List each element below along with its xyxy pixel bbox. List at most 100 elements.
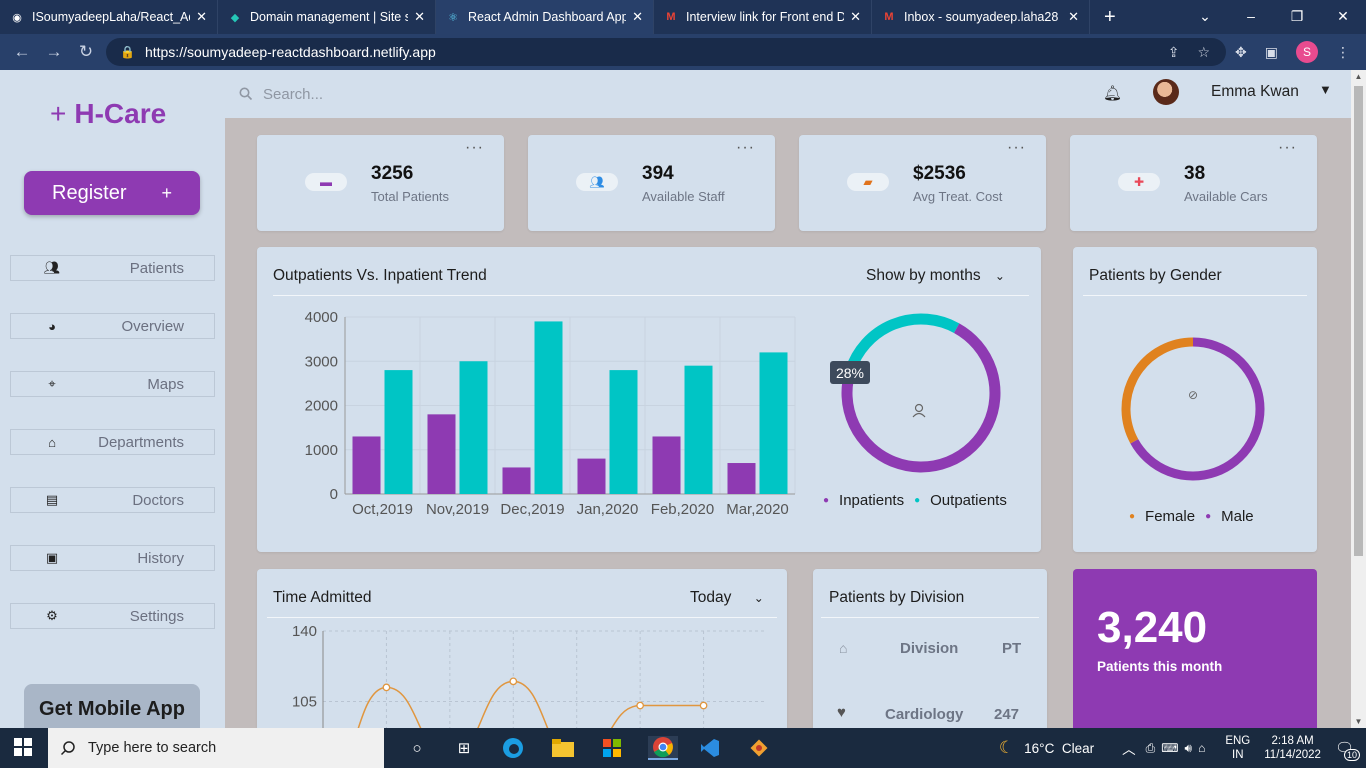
scroll-thumb[interactable] [1354,86,1363,556]
user-name[interactable]: Emma Kwan [1211,83,1299,101]
heart-pulse-icon: ♥ [837,704,846,721]
bar-outpatients [459,361,488,494]
netlify-icon: ◆ [230,11,240,24]
task-view-icon[interactable]: ○ [404,736,430,760]
sidebar-item-history[interactable]: ▣ History [10,545,215,571]
profile-avatar[interactable]: S [1296,41,1318,63]
widgets-icon[interactable]: ⊞ [451,736,477,760]
top-bar: Search... 🔔︎ Emma Kwan ▼ [225,70,1351,118]
scroll-up-icon[interactable]: ▲ [1351,72,1366,81]
time-admitted-select[interactable]: Today ⌄ [690,589,764,607]
y-tick-label: 4000 [305,309,338,326]
bar-inpatients [427,414,456,494]
close-tab-icon[interactable]: ✕ [414,9,425,25]
trend-period-select[interactable]: Show by months ⌄ [866,267,1005,285]
division-title: Patients by Division [829,589,965,606]
legend-dot: ● [1129,511,1136,522]
close-tab-icon[interactable]: ✕ [196,9,207,25]
more-options-icon[interactable]: ··· [1278,139,1297,157]
staff-icon: 👥︎ [576,173,618,191]
sidebar-item-label: Doctors [132,491,184,509]
more-options-icon[interactable]: ··· [1007,139,1026,157]
sidebar-item-departments[interactable]: ⌂ Departments [10,429,215,455]
calendar-plus-icon: ▤ [45,492,59,507]
gmail-icon: M [884,11,894,23]
y-tick-label: 3000 [305,353,338,370]
lock-icon: 🔒 [120,45,135,59]
y-tick-label: 0 [330,486,338,503]
tab-title: Domain management | Site s [250,10,409,24]
language-indicator[interactable]: ENG IN [1225,734,1250,762]
close-window-button[interactable]: ✕ [1320,0,1366,34]
browser-tab[interactable]: M Interview link for Front end D ✕ [654,0,872,34]
share-icon[interactable]: ⇪ [1168,44,1180,61]
donut-slice-inpatients [841,323,1001,473]
close-tab-icon[interactable]: ✕ [850,9,861,25]
sidebar-item-settings[interactable]: ⚙ Settings [10,603,215,629]
minimize-button[interactable]: – [1228,0,1274,34]
browser-tab[interactable]: M Inbox - soumyadeep.laha28 ✕ [872,0,1090,34]
browser-menu-icon[interactable]: ⋮ [1336,44,1350,61]
stat-value: 38 [1184,163,1206,184]
search-input[interactable]: Search... [239,86,323,103]
extensions-icon[interactable]: ✥ [1235,44,1247,61]
bookmark-star-icon[interactable]: ☆ [1197,44,1210,61]
notification-icon[interactable]: 🗨︎ 10 [1335,739,1360,761]
chrome-icon[interactable] [648,736,678,760]
sidebar-item-label: Maps [147,375,184,393]
more-options-icon[interactable]: ··· [465,139,484,157]
bell-icon[interactable]: 🔔︎ [1103,84,1122,102]
get-mobile-app-button[interactable]: Get Mobile App [24,684,200,734]
edge-icon[interactable] [500,736,526,760]
side-panel-icon[interactable]: ▣ [1265,44,1278,61]
stat-value: 3256 [371,163,414,184]
time-select-label: Today [690,589,732,606]
register-button[interactable]: Register + [24,171,200,215]
page-scrollbar[interactable]: ▲ ▼ [1351,70,1366,728]
stat-label: Total Patients [371,189,450,204]
app-logo[interactable]: + H-Care [50,98,166,130]
forward-button[interactable]: → [38,42,70,62]
tray-icons[interactable]: ⎙⌨🔊︎⌂ [1146,741,1212,756]
sidebar-item-patients[interactable]: 👥︎ Patients [10,255,215,281]
browser-tab[interactable]: ⚛ React Admin Dashboard App ✕ [436,0,654,34]
eye-icon: ⊘ [1188,388,1198,402]
chevron-down-icon[interactable]: ▼ [1319,82,1332,97]
new-tab-button[interactable]: + [1104,6,1116,29]
url-bar[interactable]: 🔒 https://soumyadeep-reactdashboard.netl… [106,38,1226,66]
restore-button[interactable]: ❐ [1274,0,1320,34]
github-icon: ◉ [12,11,22,24]
lang-top: ENG [1225,735,1251,747]
tab-search-icon[interactable]: ⌄ [1182,0,1228,34]
vscode-icon[interactable] [697,736,723,760]
clock[interactable]: 2:18 AM 11/14/2022 [1264,734,1321,762]
bar-inpatients [577,458,606,494]
chevron-up-icon[interactable]: ︿ [1122,738,1136,758]
pie-icon: ◕ [48,318,56,334]
close-tab-icon[interactable]: ✕ [632,9,643,25]
windows-start-icon[interactable] [14,738,32,761]
legend-inpatients: Inpatients [839,492,905,509]
browser-tab[interactable]: ◉ ISoumyadeepLaha/React_Ad ✕ [0,0,218,34]
git-app-icon[interactable] [746,736,772,760]
store-icon[interactable] [599,736,625,760]
close-tab-icon[interactable]: ✕ [1068,9,1079,25]
scroll-down-icon[interactable]: ▼ [1351,717,1366,726]
home-icon: ⌂ [48,434,56,450]
back-button[interactable]: ← [6,42,38,62]
taskbar-search[interactable]: Type here to search [48,728,384,768]
file-explorer-icon[interactable] [550,736,576,760]
line-point [636,701,644,710]
weather-text[interactable]: 16°C Clear [1024,741,1094,756]
moon-icon: ☾ [998,738,1015,757]
divider [821,617,1039,618]
browser-tab[interactable]: ◆ Domain management | Site s ✕ [218,0,436,34]
sidebar-item-doctors[interactable]: ▤ Doctors [10,487,215,513]
sidebar-item-overview[interactable]: ◕ Overview [10,313,215,339]
x-tick-label: Oct,2019 [352,501,413,518]
reload-button[interactable]: ↻ [70,42,102,62]
sidebar-item-maps[interactable]: ⌖ Maps [10,371,215,397]
user-avatar[interactable] [1153,79,1179,105]
more-options-icon[interactable]: ··· [736,139,755,157]
wallet-icon: ▰ [847,173,889,191]
